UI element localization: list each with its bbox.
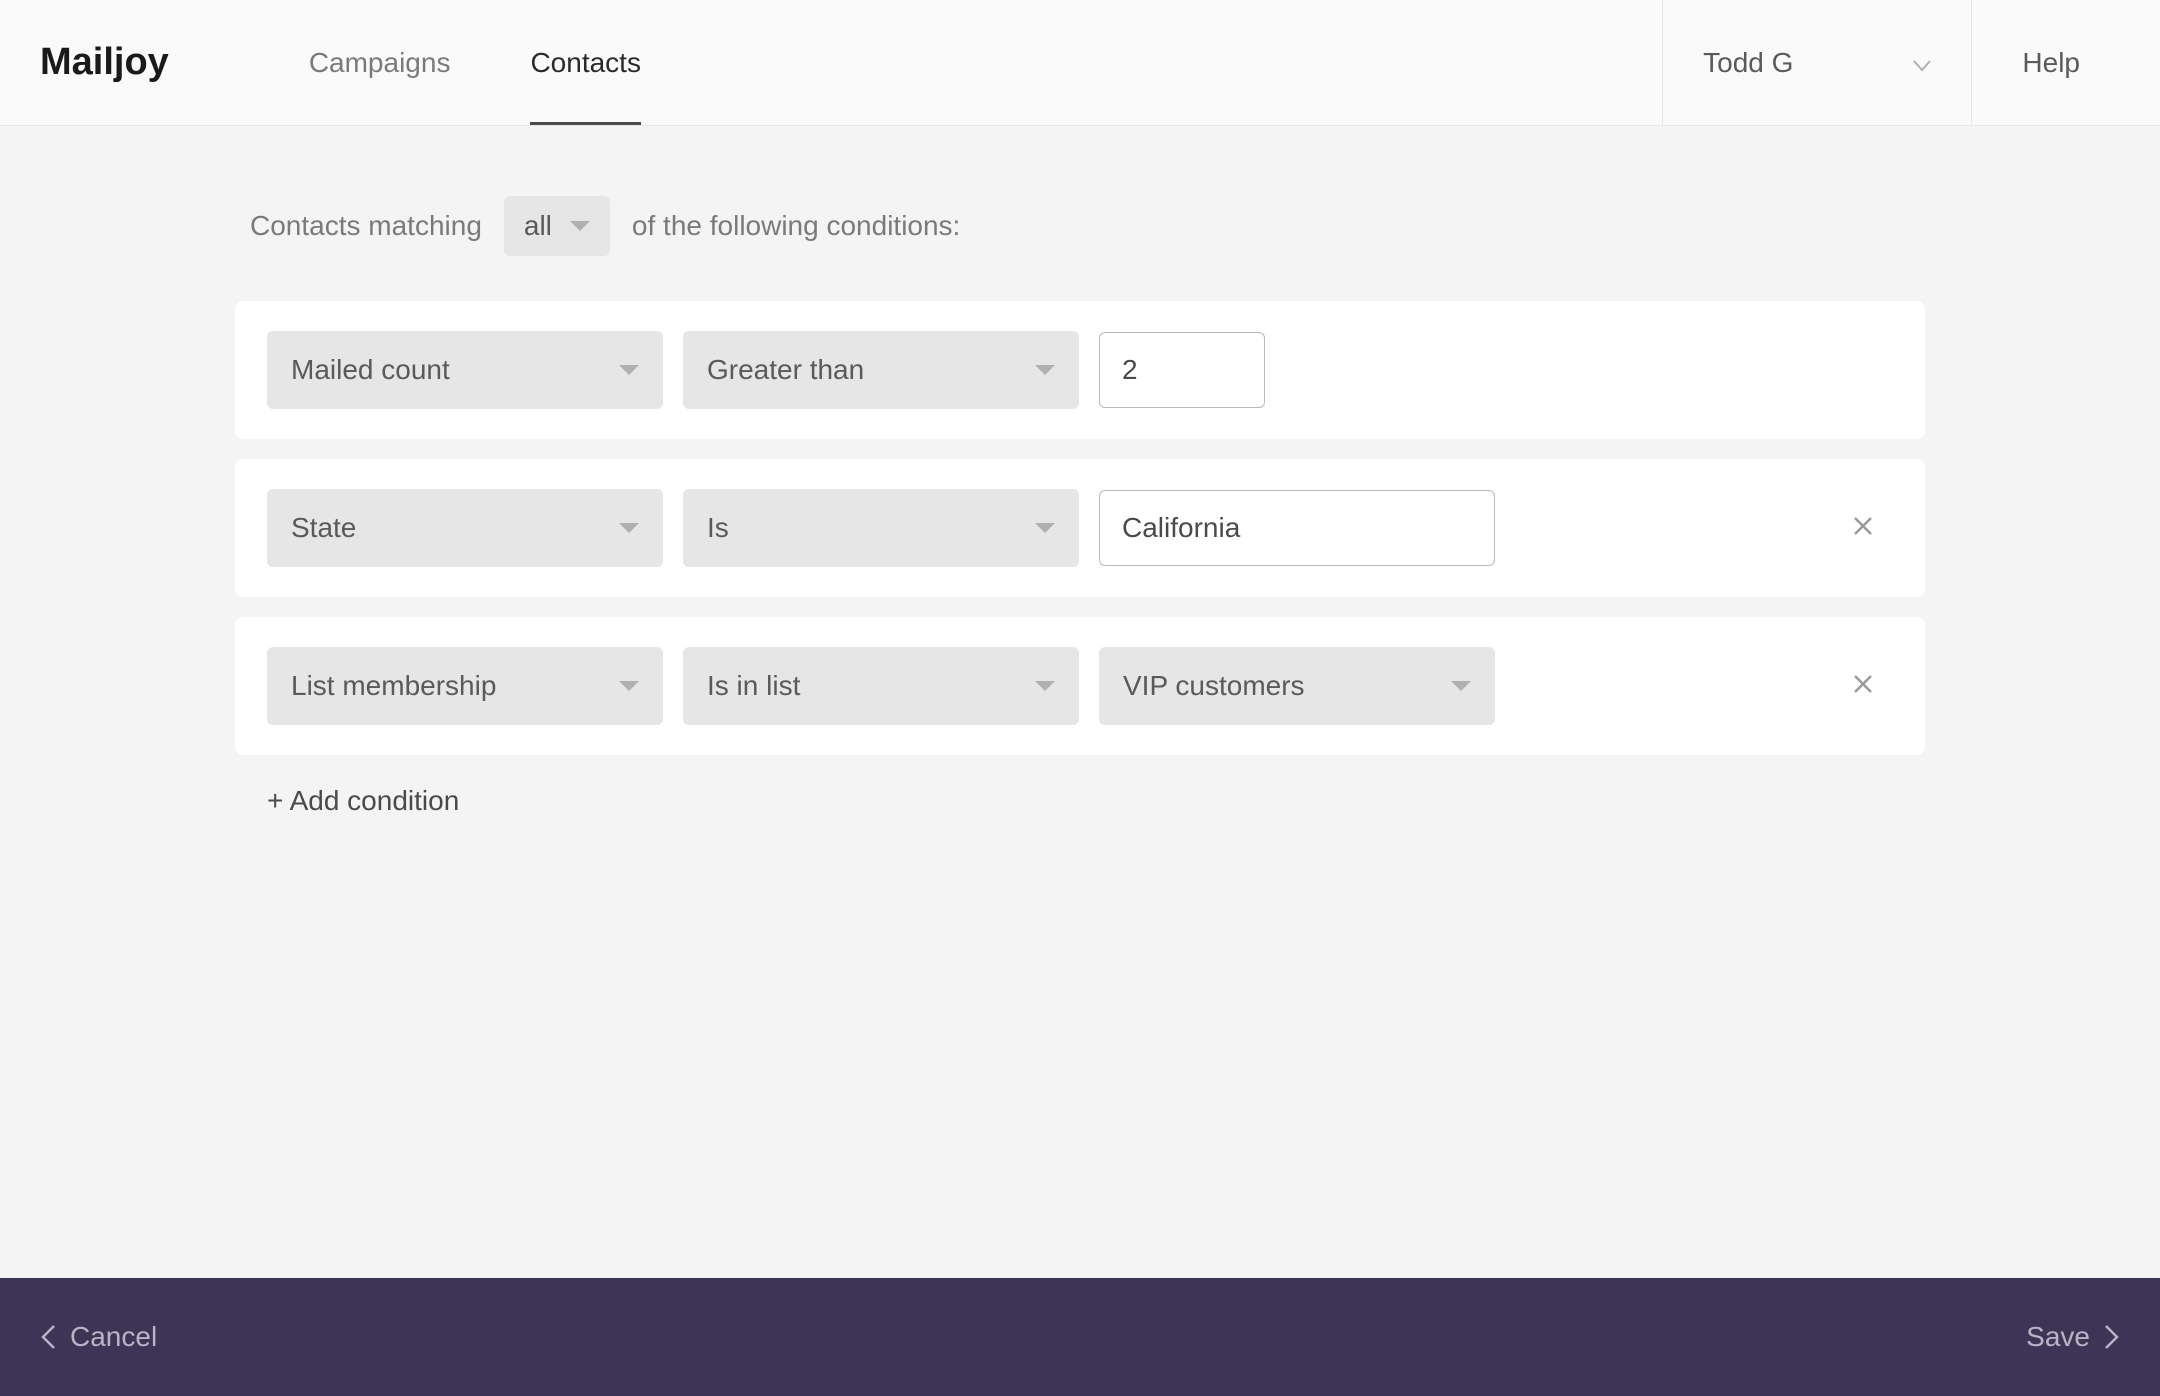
caret-down-icon — [1035, 523, 1055, 533]
select-label: Greater than — [707, 354, 864, 386]
caret-down-icon — [1035, 365, 1055, 375]
condition-field-select[interactable]: List membership — [267, 647, 663, 725]
condition-value-input[interactable] — [1099, 490, 1495, 566]
caret-down-icon — [570, 221, 590, 231]
condition-row: State Is — [235, 459, 1925, 597]
user-menu[interactable]: Todd G — [1662, 0, 1972, 125]
caret-down-icon — [1035, 681, 1055, 691]
caret-down-icon — [1451, 681, 1471, 691]
caret-down-icon — [619, 523, 639, 533]
cancel-button-label: Cancel — [70, 1321, 157, 1353]
add-condition-button[interactable]: + Add condition — [235, 785, 1925, 817]
condition-value-input[interactable] — [1099, 332, 1265, 408]
condition-field-select[interactable]: Mailed count — [267, 331, 663, 409]
select-label: Mailed count — [291, 354, 450, 386]
save-button-label: Save — [2026, 1321, 2090, 1353]
filter-prefix-text: Contacts matching — [250, 210, 482, 242]
select-label: Is in list — [707, 670, 800, 702]
cancel-button[interactable]: Cancel — [40, 1321, 157, 1353]
caret-down-icon — [619, 365, 639, 375]
chevron-right-icon — [2104, 1324, 2120, 1350]
close-icon — [1851, 514, 1875, 538]
nav-tabs: Campaigns Contacts — [269, 0, 681, 125]
condition-row: List membership Is in list VIP customers — [235, 617, 1925, 755]
select-label: State — [291, 512, 356, 544]
header: Mailjoy Campaigns Contacts Todd G Help — [0, 0, 2160, 126]
chevron-left-icon — [40, 1324, 56, 1350]
match-select-label: all — [524, 210, 552, 242]
main-content: Contacts matching all of the following c… — [235, 126, 1925, 817]
remove-condition-button[interactable] — [1841, 504, 1885, 553]
nav-tab-contacts[interactable]: Contacts — [490, 0, 681, 125]
condition-operator-select[interactable]: Is in list — [683, 647, 1079, 725]
nav-tab-campaigns[interactable]: Campaigns — [269, 0, 491, 125]
filter-header: Contacts matching all of the following c… — [235, 196, 1925, 256]
chevron-down-icon — [1913, 47, 1931, 79]
condition-row: Mailed count Greater than — [235, 301, 1925, 439]
condition-value-select[interactable]: VIP customers — [1099, 647, 1495, 725]
footer-bar: Cancel Save — [0, 1278, 2160, 1396]
condition-operator-select[interactable]: Greater than — [683, 331, 1079, 409]
user-menu-label: Todd G — [1703, 47, 1793, 79]
filter-suffix-text: of the following conditions: — [632, 210, 960, 242]
remove-condition-button[interactable] — [1841, 662, 1885, 711]
select-label: Is — [707, 512, 729, 544]
condition-field-select[interactable]: State — [267, 489, 663, 567]
match-select[interactable]: all — [504, 196, 610, 256]
select-label: List membership — [291, 670, 496, 702]
save-button[interactable]: Save — [2026, 1321, 2120, 1353]
header-right: Todd G Help — [1662, 0, 2120, 125]
select-label: VIP customers — [1123, 670, 1305, 702]
logo: Mailjoy — [40, 41, 169, 84]
help-link[interactable]: Help — [1972, 0, 2120, 125]
caret-down-icon — [619, 681, 639, 691]
close-icon — [1851, 672, 1875, 696]
condition-operator-select[interactable]: Is — [683, 489, 1079, 567]
